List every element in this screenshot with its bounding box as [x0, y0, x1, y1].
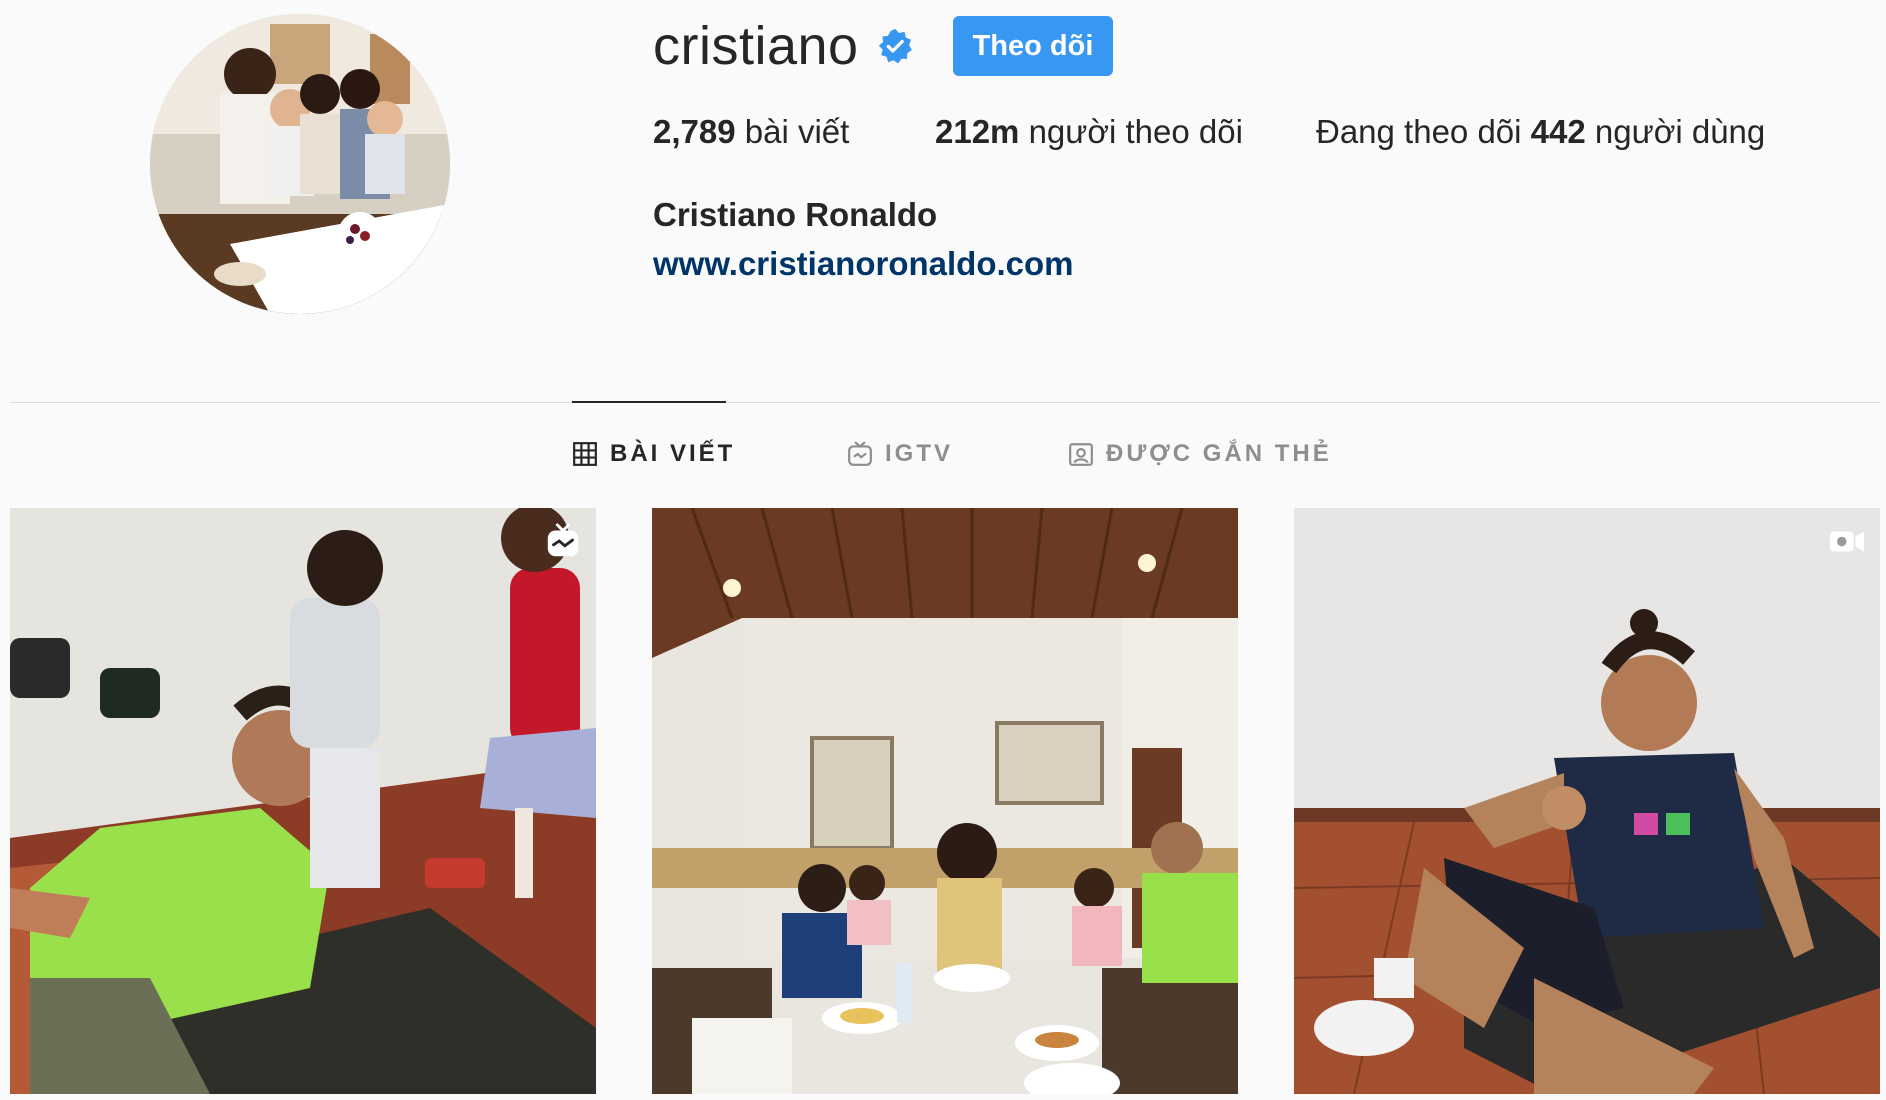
igtv-icon — [848, 441, 872, 466]
tab-tagged[interactable]: ĐƯỢC GẮN THẺ — [1068, 436, 1332, 472]
followers-count: 212m — [935, 113, 1020, 150]
followers-label: người theo dõi — [1028, 113, 1243, 150]
followers-stat[interactable]: 212m người theo dõi — [935, 113, 1316, 151]
igtv-badge-icon — [547, 523, 579, 557]
post-photo — [1294, 508, 1880, 1094]
following-count: 442 — [1530, 113, 1586, 150]
posts-stat: 2,789 bài viết — [653, 113, 935, 151]
posts-count: 2,789 — [653, 113, 736, 150]
full-name: Cristiano Ronaldo — [653, 196, 938, 233]
verified-badge-icon — [878, 28, 912, 64]
tabs-divider — [10, 402, 1880, 403]
tab-igtv-label: IGTV — [885, 440, 954, 467]
tab-igtv[interactable]: IGTV — [847, 436, 953, 472]
username: cristiano — [653, 16, 859, 76]
follow-button[interactable]: Theo dõi — [952, 16, 1114, 76]
profile-avatar[interactable] — [150, 14, 450, 314]
post-tile[interactable] — [1294, 508, 1880, 1094]
video-camera-icon — [1829, 531, 1865, 552]
tagged-icon — [1069, 443, 1093, 466]
avatar-photo — [150, 14, 450, 314]
tab-tagged-label: ĐƯỢC GẮN THẺ — [1106, 440, 1332, 467]
title-row: cristiano Theo dõi — [653, 14, 1114, 78]
following-suffix: người dùng — [1594, 113, 1766, 150]
following-prefix: Đang theo dõi — [1316, 113, 1522, 150]
post-photo — [10, 508, 596, 1094]
posts-label: bài viết — [744, 113, 850, 150]
post-tile[interactable] — [652, 508, 1238, 1094]
post-tile[interactable] — [10, 508, 596, 1094]
posts-grid — [10, 508, 1880, 1098]
active-tab-indicator — [572, 401, 726, 403]
following-stat[interactable]: Đang theo dõi 442 người dùng — [1316, 113, 1765, 151]
grid-icon — [573, 442, 597, 466]
profile-stats: 2,789 bài viết 212m người theo dõi Đang … — [653, 113, 1765, 151]
website-link[interactable]: www.cristianoronaldo.com — [653, 245, 1074, 283]
post-photo — [652, 508, 1238, 1094]
tab-posts-label: BÀI VIẾT — [610, 440, 736, 467]
profile-tabs: BÀI VIẾT IGTV ĐƯỢC GẮN THẺ — [0, 436, 1886, 472]
tab-posts[interactable]: BÀI VIẾT — [572, 436, 735, 472]
